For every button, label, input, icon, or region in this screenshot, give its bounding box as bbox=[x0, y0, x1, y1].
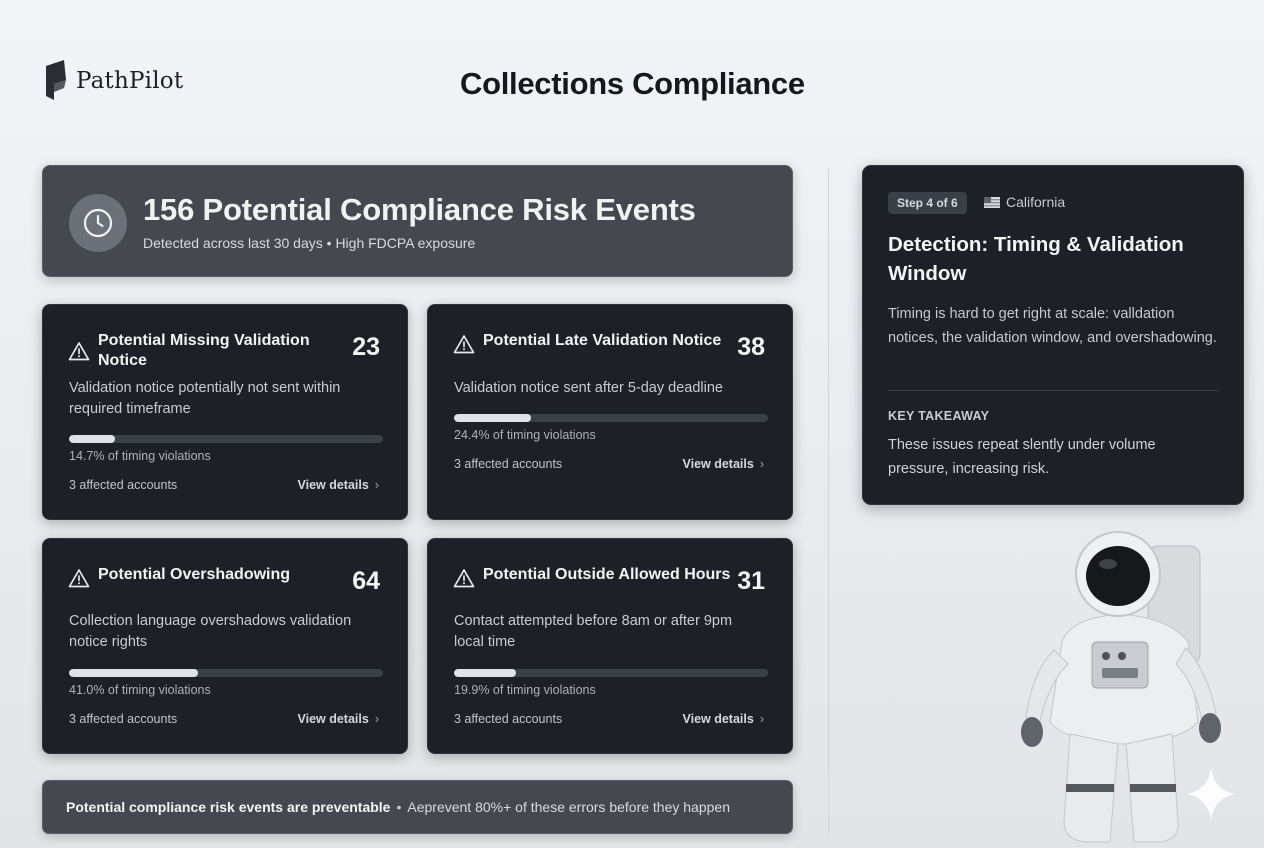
step-title: Detection: Timing & Validation Window bbox=[888, 233, 1184, 285]
risk-card-percentage: 19.9% of timing violations bbox=[454, 683, 596, 697]
affected-accounts: 3 affected accounts bbox=[69, 478, 178, 492]
risk-summary-subtitle: Detected across last 30 days • High FDCP… bbox=[143, 235, 476, 251]
risk-card-title: Potential Overshadowing bbox=[98, 566, 291, 583]
risk-progress-bar bbox=[454, 669, 768, 677]
view-details-link[interactable]: View details › bbox=[682, 457, 764, 471]
risk-progress-bar bbox=[69, 435, 383, 443]
key-takeaway-label: KEY TAKEAWAY bbox=[888, 409, 990, 423]
sparkle-icon bbox=[1187, 768, 1235, 820]
prevention-banner-headline: Potential compliance risk events are pre… bbox=[66, 799, 391, 815]
risk-summary-title: 156 Potential Compliance Risk Events bbox=[143, 192, 696, 227]
view-details-label: View details bbox=[297, 712, 369, 726]
bullet-separator: • bbox=[396, 799, 402, 815]
clock-icon bbox=[69, 194, 127, 252]
panel-divider bbox=[888, 390, 1219, 391]
view-details-label: View details bbox=[682, 457, 754, 471]
risk-progress-bar bbox=[69, 669, 383, 677]
risk-card-count: 38 bbox=[737, 333, 765, 361]
affected-accounts: 3 affected accounts bbox=[454, 712, 563, 726]
risk-card-description: Collection language overshadows validati… bbox=[69, 613, 352, 650]
risk-card-description: Validation notice potentially not sent w… bbox=[69, 380, 341, 417]
risk-card-count: 23 bbox=[352, 333, 380, 361]
risk-progress-fill bbox=[454, 669, 517, 677]
brand-logo[interactable]: PathPilot bbox=[44, 60, 183, 102]
risk-card-percentage: 24.4% of timing violations bbox=[454, 428, 596, 442]
prevention-banner-text: Aeprevent 80%+ of these errors before th… bbox=[407, 799, 730, 815]
risk-card-title: Potential Outside Allowed Hours bbox=[483, 566, 731, 583]
risk-progress-fill bbox=[69, 669, 198, 677]
chevron-right-icon: › bbox=[759, 457, 764, 471]
risk-card-overshadowing: Potential Overshadowing 64 Collection la… bbox=[42, 538, 408, 754]
risk-card-count: 31 bbox=[737, 567, 765, 595]
view-details-label: View details bbox=[682, 712, 754, 726]
risk-card-description: Validation notice sent after 5-day deadl… bbox=[454, 380, 723, 396]
risk-card-missing-validation: Potential Missing Validation Notice 23 V… bbox=[42, 304, 408, 520]
chevron-right-icon: › bbox=[759, 712, 764, 726]
page-title: Collections Compliance bbox=[460, 66, 805, 101]
risk-card-description: Contact attempted before 8am or after 9p… bbox=[454, 613, 733, 650]
risk-card-title: Potential Late Validation Notice bbox=[483, 332, 722, 349]
walkthrough-step-panel: Step 4 of 6 California Detection: Timing… bbox=[862, 165, 1244, 505]
warning-icon bbox=[453, 569, 475, 588]
brand-name: PathPilot bbox=[76, 68, 184, 94]
warning-icon bbox=[68, 342, 90, 361]
risk-card-outside-hours: Potential Outside Allowed Hours 31 Conta… bbox=[427, 538, 793, 754]
warning-icon bbox=[68, 569, 90, 588]
view-details-link[interactable]: View details › bbox=[297, 712, 379, 726]
view-details-link[interactable]: View details › bbox=[682, 712, 764, 726]
risk-card-late-validation: Potential Late Validation Notice 38 Vali… bbox=[427, 304, 793, 520]
column-divider bbox=[828, 168, 829, 836]
chevron-right-icon: › bbox=[374, 478, 379, 492]
risk-progress-fill bbox=[454, 414, 531, 422]
state-label: California bbox=[1006, 194, 1066, 210]
affected-accounts: 3 affected accounts bbox=[454, 457, 563, 471]
prevention-banner: Potential compliance risk events are pre… bbox=[42, 780, 793, 834]
key-takeaway-text: These issues repeat slently under volume… bbox=[888, 437, 1156, 477]
risk-card-percentage: 14.7% of timing violations bbox=[69, 449, 211, 463]
risk-progress-bar bbox=[454, 414, 768, 422]
risk-card-count: 64 bbox=[352, 567, 380, 595]
risk-progress-fill bbox=[69, 435, 116, 443]
risk-card-percentage: 41.0% of timing violations bbox=[69, 683, 211, 697]
us-flag-icon bbox=[984, 197, 1000, 208]
pathpilot-logo-icon bbox=[46, 60, 66, 100]
risk-summary-banner: 156 Potential Compliance Risk Events Det… bbox=[42, 165, 793, 277]
view-details-link[interactable]: View details › bbox=[297, 478, 379, 492]
warning-icon bbox=[453, 335, 475, 354]
step-description: Timing is hard to get right at scale: va… bbox=[888, 306, 1217, 346]
affected-accounts: 3 affected accounts bbox=[69, 712, 178, 726]
view-details-label: View details bbox=[297, 478, 369, 492]
step-badge: Step 4 of 6 bbox=[888, 192, 967, 214]
risk-card-title: Potential Missing Validation Notice bbox=[98, 332, 310, 369]
chevron-right-icon: › bbox=[374, 712, 379, 726]
